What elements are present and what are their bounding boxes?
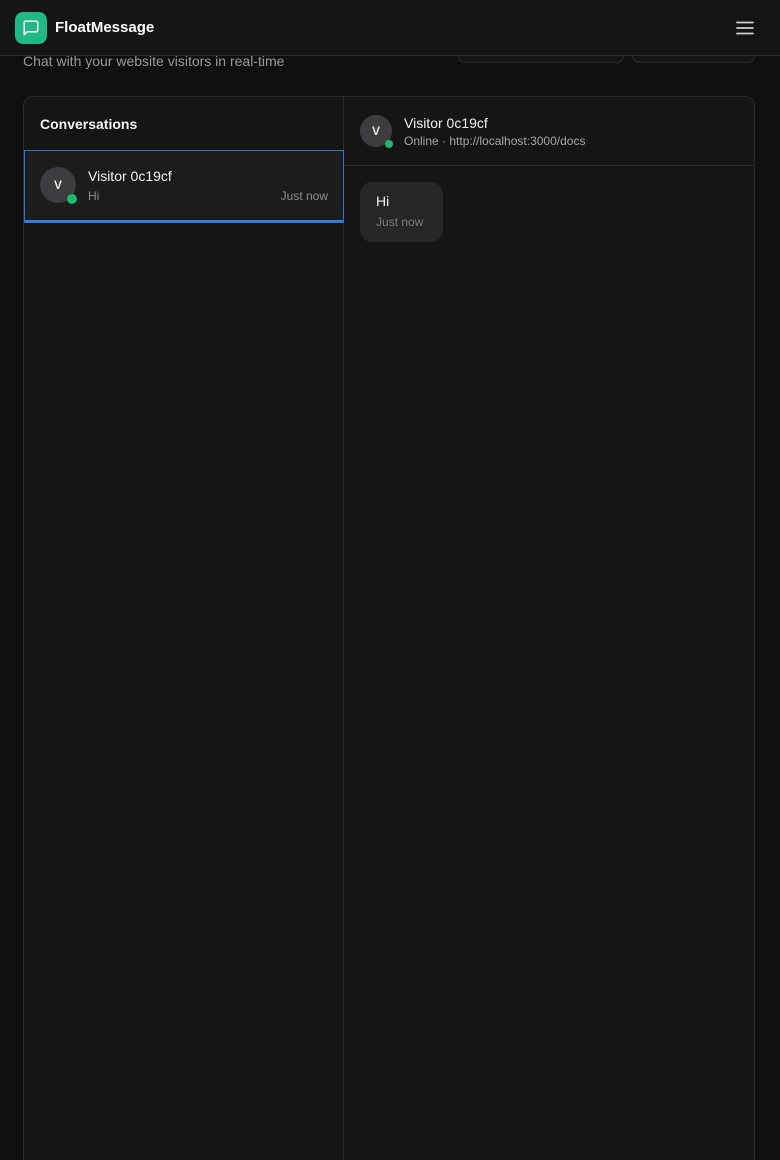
conversations-title: Conversations: [40, 116, 138, 132]
hamburger-menu-icon[interactable]: [734, 17, 756, 39]
message-time: Just now: [376, 215, 424, 229]
brand-name[interactable]: FloatMessage: [55, 19, 154, 36]
chat-bubble-icon[interactable]: [15, 11, 47, 44]
online-status-dot: [67, 194, 77, 204]
message-text: Hi: [376, 193, 390, 209]
chat-header: V Visitor 0c19cf Online · http://localho…: [344, 97, 754, 166]
chat-card: Conversations V Visitor 0c19cf Hi Just n…: [23, 96, 755, 1160]
conversation-preview: Hi: [88, 189, 100, 203]
conversation-item[interactable]: V Visitor 0c19cf Hi Just now: [24, 150, 344, 223]
top-bar: FloatMessage: [0, 0, 780, 56]
message-bubble: Hi Just now: [360, 182, 443, 242]
chat-visitor-name: Visitor 0c19cf: [404, 115, 488, 131]
conversation-list-panel: Conversations V Visitor 0c19cf Hi Just n…: [24, 97, 344, 1160]
dashboard-page: FloatMessage Chat with your website visi…: [0, 0, 780, 1160]
chat-visitor-status[interactable]: Online · http://localhost:3000/docs: [404, 134, 585, 148]
conversation-time: Just now: [280, 189, 328, 203]
conversation-visitor-name: Visitor 0c19cf: [88, 168, 172, 184]
chat-panel: V Visitor 0c19cf Online · http://localho…: [344, 97, 754, 1160]
chat-online-status-dot: [385, 140, 393, 148]
